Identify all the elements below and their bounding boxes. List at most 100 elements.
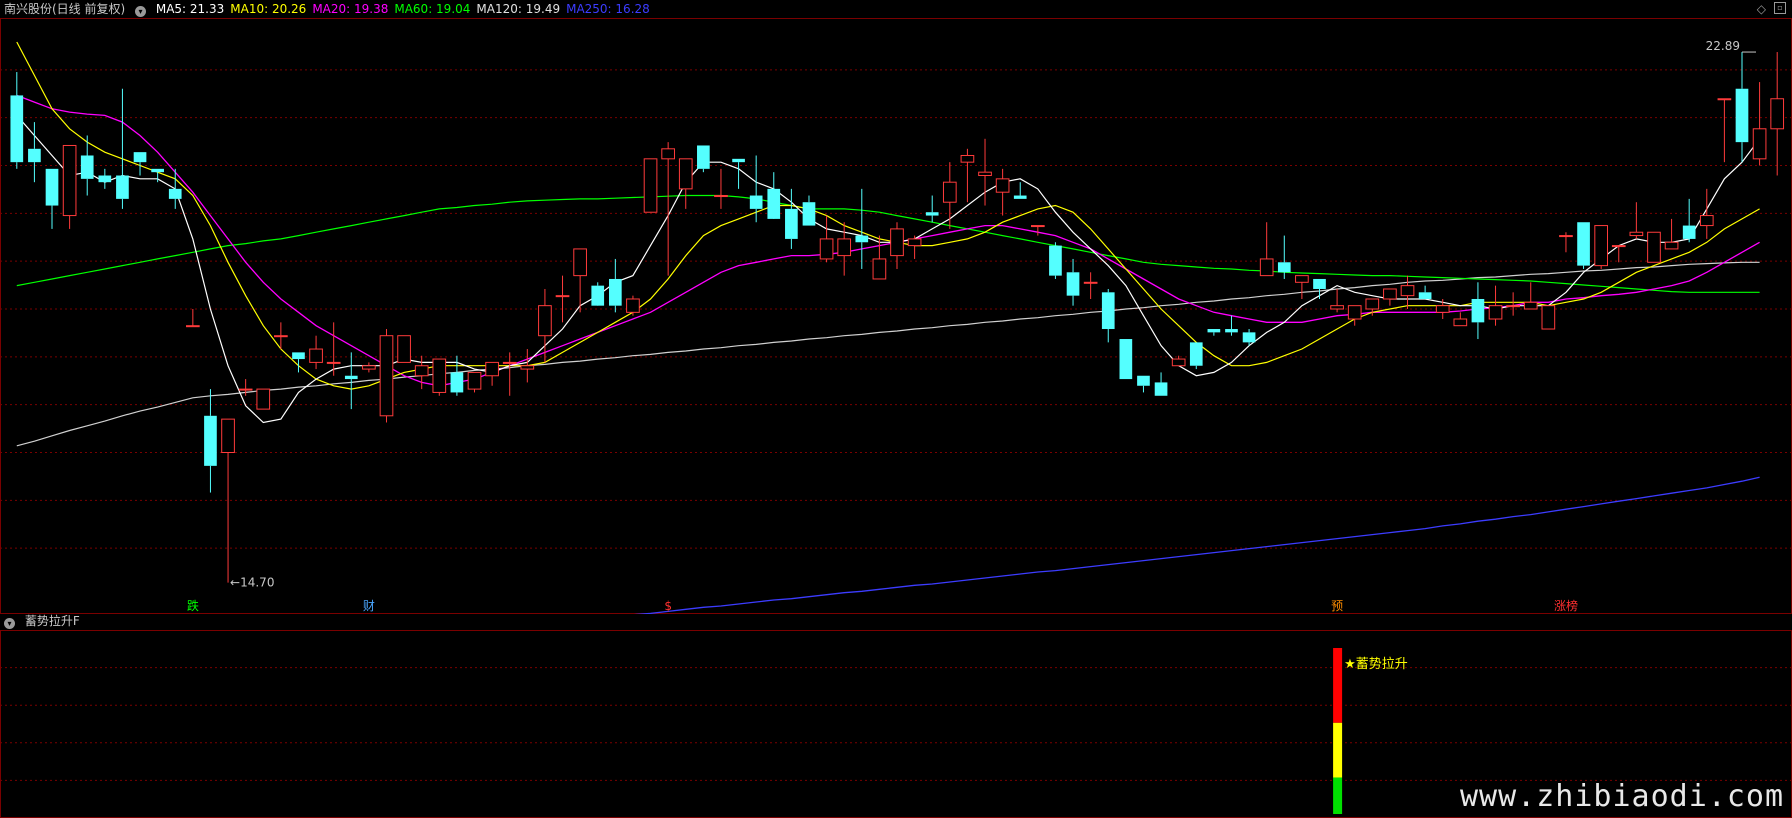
- candle-up[interactable]: [1647, 231, 1661, 263]
- candle-up[interactable]: [907, 235, 922, 259]
- candle-down[interactable]: [1119, 339, 1133, 380]
- candle-up[interactable]: [432, 358, 447, 396]
- candle-down[interactable]: [1313, 278, 1326, 299]
- candle-up[interactable]: [678, 158, 693, 209]
- candle-up[interactable]: [1523, 282, 1538, 310]
- candle-down[interactable]: [1154, 372, 1168, 396]
- candle-up[interactable]: [1330, 288, 1344, 313]
- candle-up[interactable]: [1347, 305, 1362, 326]
- candle-up[interactable]: [397, 335, 411, 363]
- candle-up[interactable]: [643, 158, 658, 213]
- candle-up[interactable]: [837, 222, 852, 276]
- candle-up[interactable]: [1594, 225, 1608, 269]
- event-marker[interactable]: $: [664, 599, 672, 613]
- candle-up[interactable]: [62, 144, 77, 229]
- candle-down[interactable]: [10, 72, 24, 169]
- candle-down[interactable]: [697, 145, 710, 173]
- candle-down[interactable]: [1101, 288, 1115, 343]
- candle-down[interactable]: [591, 282, 605, 306]
- toggle-icon[interactable]: ▾: [4, 618, 15, 629]
- candle-body: [1471, 298, 1485, 323]
- candle-down[interactable]: [732, 158, 745, 189]
- event-marker[interactable]: 预: [1331, 599, 1343, 613]
- candle-down[interactable]: [1577, 222, 1590, 269]
- candle-down[interactable]: [1225, 315, 1238, 336]
- candle-up[interactable]: [1030, 225, 1045, 236]
- candle-up[interactable]: [1171, 355, 1186, 367]
- candle-down[interactable]: [1049, 242, 1062, 279]
- candle-down[interactable]: [785, 188, 798, 249]
- candle-up[interactable]: [1400, 275, 1415, 309]
- candle-up[interactable]: [1717, 98, 1732, 163]
- candle-up[interactable]: [995, 168, 1010, 216]
- candle-up[interactable]: [467, 371, 482, 393]
- candle-up[interactable]: [1541, 305, 1556, 330]
- indicator-title[interactable]: 蓄势拉升F: [25, 614, 80, 628]
- candle-down[interactable]: [1471, 282, 1485, 340]
- candle-up[interactable]: [1506, 292, 1520, 316]
- candle-up[interactable]: [274, 322, 288, 350]
- candle-up[interactable]: [256, 388, 271, 410]
- candle-up[interactable]: [1770, 52, 1785, 176]
- candle-up[interactable]: [1083, 272, 1098, 299]
- candle-down[interactable]: [344, 352, 358, 410]
- candle-down[interactable]: [1066, 258, 1080, 306]
- event-marker[interactable]: 财: [363, 599, 375, 613]
- candle-up[interactable]: [1752, 82, 1767, 166]
- candle-up[interactable]: [485, 361, 499, 386]
- candle-up[interactable]: [1259, 222, 1274, 277]
- candle-down[interactable]: [450, 355, 464, 396]
- toggle-icon[interactable]: ▾: [135, 6, 147, 17]
- candle-up[interactable]: [221, 418, 235, 583]
- candle-up[interactable]: [520, 349, 535, 383]
- candle-down[interactable]: [1242, 329, 1256, 346]
- signal-bar-yellow: [1333, 722, 1343, 778]
- candle-up[interactable]: [1383, 288, 1397, 306]
- candle-body: [1664, 241, 1679, 250]
- candle-down[interactable]: [98, 168, 112, 189]
- candle-up[interactable]: [661, 142, 675, 276]
- candle-up[interactable]: [309, 335, 323, 370]
- event-marker[interactable]: 跌: [187, 598, 199, 613]
- candle-up[interactable]: [1453, 312, 1468, 327]
- candle-up[interactable]: [1488, 285, 1503, 326]
- candle-down[interactable]: [1682, 198, 1696, 243]
- candle-up[interactable]: [379, 329, 394, 423]
- candle-up[interactable]: [555, 275, 570, 323]
- candle-up[interactable]: [1664, 218, 1679, 250]
- candle-down[interactable]: [1137, 375, 1150, 393]
- candle-down[interactable]: [1418, 285, 1432, 299]
- candle-up[interactable]: [502, 352, 517, 396]
- candle-up[interactable]: [819, 215, 834, 263]
- candle-down[interactable]: [1189, 342, 1203, 370]
- candle-up[interactable]: [890, 222, 904, 269]
- candle-up[interactable]: [1699, 188, 1714, 239]
- candle-up[interactable]: [942, 162, 957, 229]
- candle-down[interactable]: [608, 258, 622, 313]
- candle-up[interactable]: [1629, 202, 1644, 239]
- diamond-icon[interactable]: ◇: [1757, 2, 1766, 16]
- event-marker[interactable]: 涨榜: [1554, 598, 1578, 613]
- window-control-icon[interactable]: ▫: [1774, 2, 1786, 14]
- candle-down[interactable]: [855, 188, 869, 269]
- candle-up[interactable]: [960, 148, 975, 203]
- candle-down[interactable]: [802, 195, 816, 226]
- candle-down[interactable]: [767, 172, 781, 219]
- candlestick-chart[interactable]: 22.89 ←14.70 跌 财 $ 预 涨榜: [0, 18, 1792, 614]
- candle-up[interactable]: [1559, 232, 1573, 253]
- stock-title[interactable]: 南兴股份(日线 前复权): [4, 2, 125, 16]
- candle-up[interactable]: [1611, 245, 1626, 263]
- candle-up[interactable]: [1295, 275, 1309, 299]
- candle-up[interactable]: [362, 362, 376, 373]
- candle-down[interactable]: [1013, 182, 1027, 199]
- candle-down[interactable]: [925, 195, 939, 223]
- candle-down[interactable]: [1735, 52, 1749, 163]
- candle-down[interactable]: [116, 88, 129, 209]
- candle-up[interactable]: [186, 309, 200, 328]
- candle-down[interactable]: [45, 168, 59, 229]
- candle-up[interactable]: [414, 355, 429, 390]
- candle-down[interactable]: [151, 168, 164, 183]
- candle-up[interactable]: [714, 168, 728, 209]
- candle-down[interactable]: [1207, 329, 1221, 336]
- candle-up[interactable]: [626, 295, 640, 316]
